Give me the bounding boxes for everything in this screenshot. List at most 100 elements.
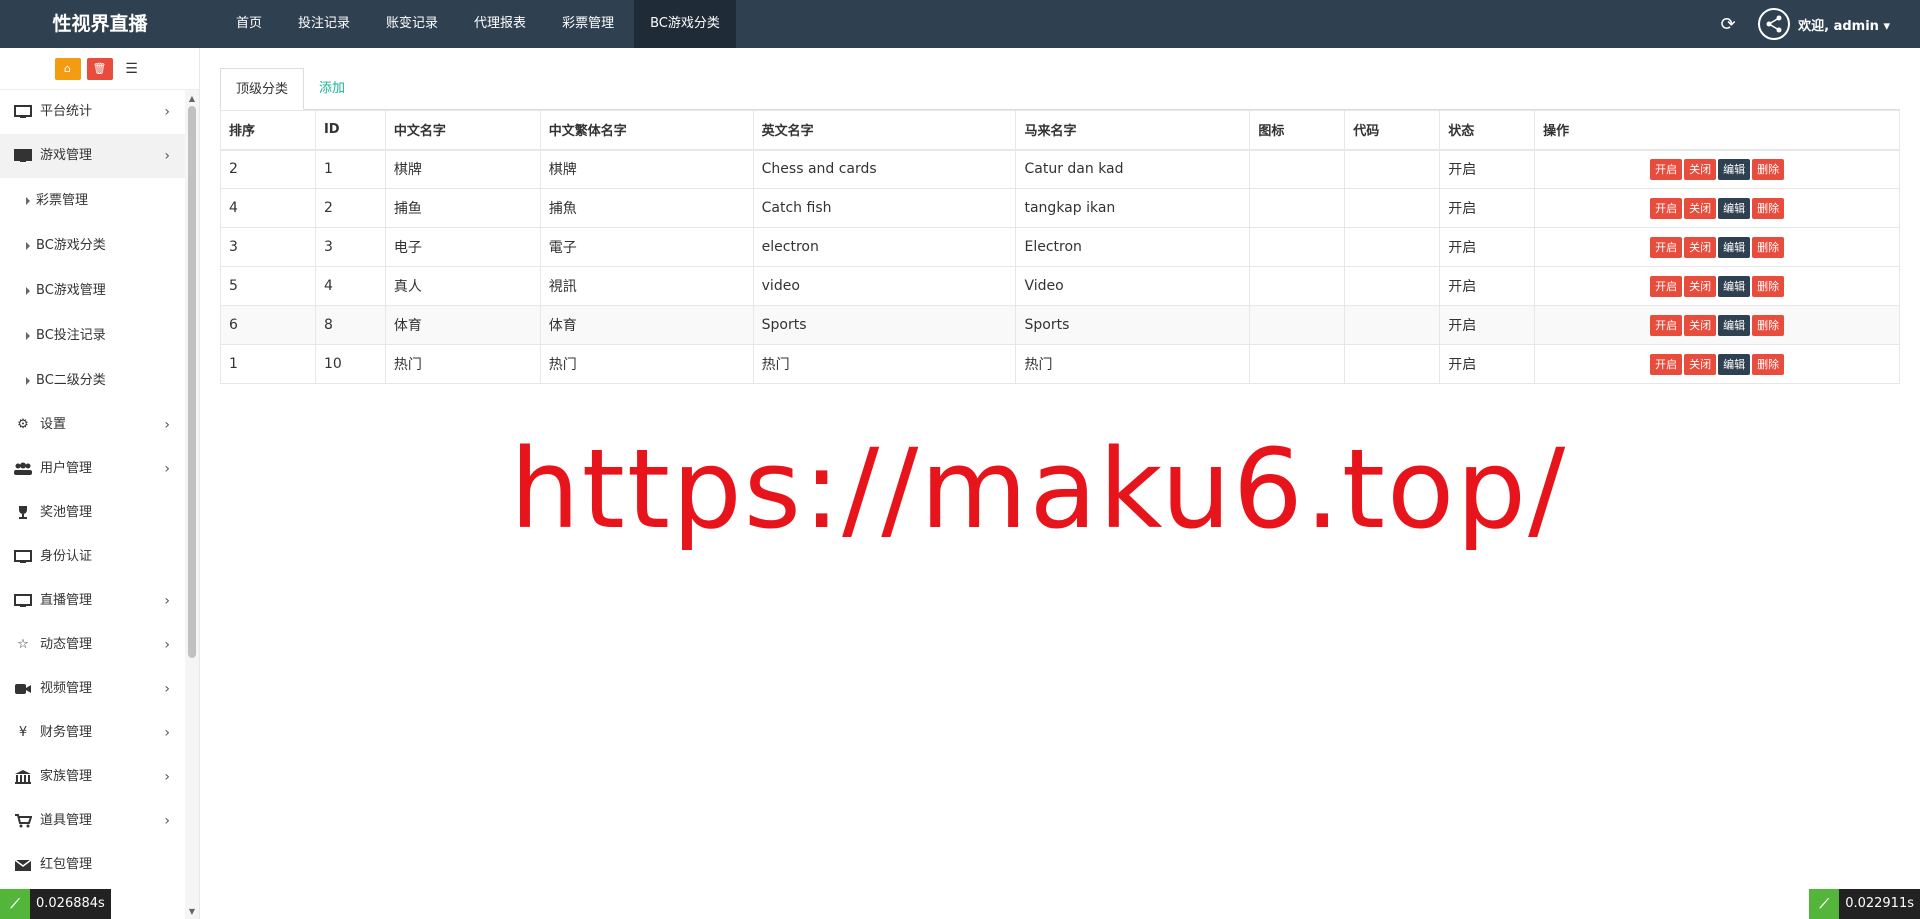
sidebar-item-label: 道具管理 bbox=[40, 813, 93, 828]
list-icon[interactable]: ☰ bbox=[119, 58, 145, 80]
home-icon[interactable]: ⌂ bbox=[54, 57, 81, 80]
edit-button[interactable]: 编辑 bbox=[1718, 314, 1751, 336]
cell-icon bbox=[1249, 227, 1346, 267]
video-camera-icon bbox=[12, 683, 34, 695]
edit-button[interactable]: 编辑 bbox=[1718, 158, 1751, 180]
sidebar-item-moments[interactable]: ☆ 动态管理 › bbox=[0, 623, 186, 667]
sidebar-item-live[interactable]: 直播管理 › bbox=[0, 579, 186, 623]
nav-bc-game-category[interactable]: BC游戏分类 bbox=[634, 0, 736, 48]
col-sort[interactable]: 排序 bbox=[220, 110, 316, 151]
sidebar-item-video[interactable]: 视频管理 › bbox=[0, 667, 186, 711]
edit-button[interactable]: 编辑 bbox=[1718, 197, 1751, 219]
delete-button[interactable]: 删除 bbox=[1752, 275, 1785, 297]
monitor-icon bbox=[12, 594, 34, 608]
share-icon[interactable] bbox=[1758, 8, 1791, 40]
nav-account-changes[interactable]: 账变记录 bbox=[370, 0, 454, 48]
delete-button[interactable]: 删除 bbox=[1752, 197, 1785, 219]
col-id[interactable]: ID bbox=[314, 110, 386, 151]
close-button[interactable]: 关闭 bbox=[1684, 197, 1717, 219]
cell-ms-name: Video bbox=[1015, 266, 1251, 306]
sidebar-subitem-lottery[interactable]: 彩票管理 bbox=[0, 178, 186, 223]
open-button[interactable]: 开启 bbox=[1650, 158, 1683, 180]
col-tw-name[interactable]: 中文繁体名字 bbox=[539, 110, 754, 151]
cell-id: 1 bbox=[314, 149, 386, 189]
sidebar-scrollbar-thumb[interactable] bbox=[188, 106, 196, 658]
nav-agent-report[interactable]: 代理报表 bbox=[458, 0, 542, 48]
col-code[interactable]: 代码 bbox=[1344, 110, 1441, 151]
sidebar-item-jackpot[interactable]: 奖池管理 bbox=[0, 491, 186, 535]
delete-button[interactable]: 删除 bbox=[1752, 314, 1785, 336]
scroll-up-icon[interactable]: ▲ bbox=[187, 94, 197, 104]
sidebar-item-identity[interactable]: 身份认证 bbox=[0, 535, 186, 579]
brand-title[interactable]: 性视界直播 bbox=[0, 0, 200, 48]
open-button[interactable]: 开启 bbox=[1650, 236, 1683, 258]
edit-button[interactable]: 编辑 bbox=[1718, 275, 1751, 297]
close-button[interactable]: 关闭 bbox=[1684, 236, 1717, 258]
edit-button[interactable]: 编辑 bbox=[1718, 236, 1751, 258]
cell-en-name: 热门 bbox=[752, 344, 1017, 384]
delete-button[interactable]: 删除 bbox=[1752, 158, 1785, 180]
cell-status: 开启 bbox=[1439, 149, 1536, 189]
close-button[interactable]: 关闭 bbox=[1684, 275, 1717, 297]
open-button[interactable]: 开启 bbox=[1650, 353, 1683, 375]
nav-bet-records[interactable]: 投注记录 bbox=[282, 0, 366, 48]
sidebar-item-family[interactable]: 家族管理 › bbox=[0, 755, 186, 799]
tab-top-category[interactable]: 顶级分类 bbox=[220, 68, 305, 110]
sidebar-subitem-bc-category[interactable]: BC游戏分类 bbox=[0, 223, 186, 268]
cell-icon bbox=[1249, 305, 1346, 345]
nav-lottery-management[interactable]: 彩票管理 bbox=[546, 0, 630, 48]
users-icon bbox=[12, 462, 34, 476]
cell-en-name: Sports bbox=[752, 305, 1017, 345]
cell-cn-name: 棋牌 bbox=[384, 149, 541, 189]
close-button[interactable]: 关闭 bbox=[1684, 314, 1717, 336]
open-button[interactable]: 开启 bbox=[1650, 275, 1683, 297]
cell-ms-name: Catur dan kad bbox=[1015, 149, 1251, 189]
tab-add[interactable]: 添加 bbox=[304, 68, 360, 110]
nav-home[interactable]: 首页 bbox=[220, 0, 278, 48]
cell-id: 3 bbox=[314, 227, 386, 267]
scroll-down-icon[interactable]: ▼ bbox=[187, 907, 197, 917]
sidebar-item-game-management[interactable]: 游戏管理 › bbox=[0, 134, 186, 178]
sidebar-item-platform-stats[interactable]: 平台统计 › bbox=[0, 90, 186, 134]
close-button[interactable]: 关闭 bbox=[1684, 158, 1717, 180]
delete-button[interactable]: 删除 bbox=[1752, 353, 1785, 375]
sidebar-item-users[interactable]: 用户管理 › bbox=[0, 447, 186, 491]
open-button[interactable]: 开启 bbox=[1650, 197, 1683, 219]
sidebar-subitem-bc-subcategory[interactable]: BC二级分类 bbox=[0, 358, 186, 403]
open-button[interactable]: 开启 bbox=[1650, 314, 1683, 336]
col-icon[interactable]: 图标 bbox=[1249, 110, 1346, 151]
top-right-area: ⟳ 欢迎, admin ▾ bbox=[1708, 0, 1920, 48]
sidebar-item-settings[interactable]: ⚙ 设置 › bbox=[0, 403, 186, 447]
delete-button[interactable]: 删除 bbox=[1752, 236, 1785, 258]
sidebar-item-props[interactable]: 道具管理 › bbox=[0, 799, 186, 843]
col-cn-name[interactable]: 中文名字 bbox=[384, 110, 541, 151]
cell-en-name: electron bbox=[752, 227, 1017, 267]
sidebar-subitem-bc-games[interactable]: BC游戏管理 bbox=[0, 268, 186, 313]
cell-icon bbox=[1249, 266, 1346, 306]
sidebar-item-finance[interactable]: ¥ 财务管理 › bbox=[0, 711, 186, 755]
edit-button[interactable]: 编辑 bbox=[1718, 353, 1751, 375]
sidebar-item-red-envelope[interactable]: 红包管理 bbox=[0, 843, 186, 887]
cell-status: 开启 bbox=[1439, 266, 1536, 306]
tab-bar: 顶级分类 添加 bbox=[220, 68, 1900, 110]
trash-icon[interactable]: 🗑 bbox=[86, 57, 113, 80]
col-en-name[interactable]: 英文名字 bbox=[752, 110, 1017, 151]
col-actions[interactable]: 操作 bbox=[1534, 110, 1900, 151]
cell-actions: 开启 关闭 编辑 删除 bbox=[1534, 305, 1900, 345]
user-menu[interactable]: 欢迎, admin ▾ bbox=[1798, 15, 1890, 34]
cell-icon bbox=[1249, 188, 1346, 228]
cell-code bbox=[1344, 188, 1441, 228]
cell-status: 开启 bbox=[1439, 188, 1536, 228]
close-button[interactable]: 关闭 bbox=[1684, 353, 1717, 375]
refresh-icon[interactable]: ⟳ bbox=[1708, 14, 1748, 35]
cell-cn-name: 捕鱼 bbox=[384, 188, 541, 228]
col-ms-name[interactable]: 马来名字 bbox=[1015, 110, 1251, 151]
table-row: 4 2 捕鱼 捕魚 Catch fish tangkap ikan 开启 开启 关闭 编辑 删除 bbox=[220, 188, 1900, 228]
table-header-row: 排序 ID 中文名字 中文繁体名字 英文名字 马来名字 图标 代码 状态 操作 bbox=[220, 110, 1900, 151]
sidebar: ⌂ 🗑 ☰ 平台统计 › 游戏管理 › 彩票管理 BC游戏分类 BC游戏管理 B… bbox=[0, 48, 200, 919]
cell-tw-name: 棋牌 bbox=[539, 149, 754, 189]
sidebar-subitem-bc-bets[interactable]: BC投注记录 bbox=[0, 313, 186, 358]
col-status[interactable]: 状态 bbox=[1439, 110, 1536, 151]
cell-sort: 3 bbox=[220, 227, 316, 267]
cell-tw-name: 電子 bbox=[539, 227, 754, 267]
